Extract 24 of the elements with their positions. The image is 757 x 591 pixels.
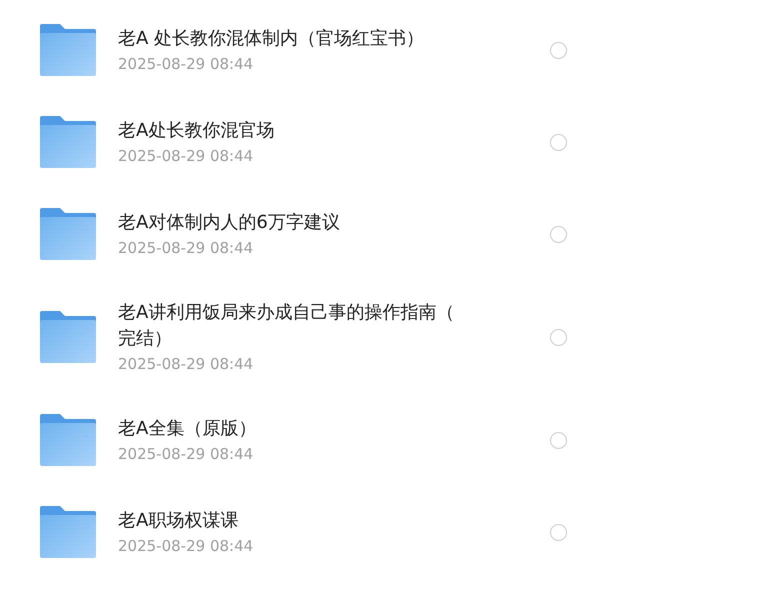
folder-icon — [40, 311, 96, 363]
folder-icon — [40, 506, 96, 558]
modified-date: 2025-08-29 08:44 — [118, 54, 254, 74]
modified-date: 2025-08-29 08:44 — [118, 536, 254, 556]
select-radio[interactable] — [550, 226, 567, 242]
folder-name: 老A职场权谋课 — [118, 509, 240, 533]
select-radio[interactable] — [550, 42, 567, 58]
select-radio[interactable] — [550, 432, 567, 448]
folder-icon — [40, 24, 96, 76]
select-radio[interactable] — [550, 328, 567, 346]
folder-name: 老A处长教你混官场 — [118, 119, 276, 143]
select-radio[interactable] — [550, 134, 567, 150]
folder-icon — [40, 208, 96, 260]
modified-date: 2025-08-29 08:44 — [118, 146, 254, 166]
folder-icon — [40, 414, 96, 466]
folder-icon — [40, 116, 96, 168]
folder-name: 老A 处长教你混体制内（官场红宝书） — [118, 27, 426, 51]
folder-name: 老A对体制内人的6万字建议 — [118, 211, 341, 235]
modified-date: 2025-08-29 08:44 — [118, 444, 254, 464]
modified-date: 2025-08-29 08:44 — [118, 354, 254, 374]
select-radio[interactable] — [550, 524, 567, 540]
folder-name: 老A全集（原版） — [118, 417, 258, 441]
modified-date: 2025-08-29 08:44 — [118, 238, 254, 258]
folder-name: 老A讲利用饭局来办成自己事的操作指南（完结） — [118, 301, 456, 351]
